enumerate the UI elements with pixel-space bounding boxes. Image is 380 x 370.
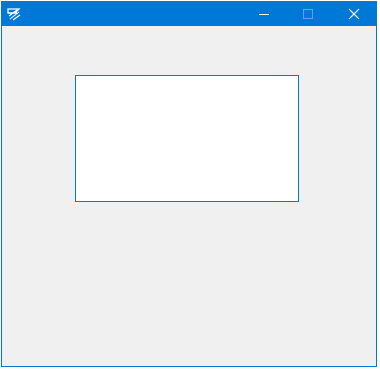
minimize-button[interactable] (242, 2, 286, 26)
content-panel[interactable] (75, 75, 299, 202)
close-button[interactable] (332, 2, 376, 26)
close-icon (348, 5, 360, 24)
app-logo-icon[interactable] (6, 6, 22, 22)
maximize-button[interactable] (286, 2, 330, 26)
maximize-icon (302, 5, 314, 24)
title-bar[interactable] (2, 2, 376, 26)
window-client-area (2, 26, 376, 366)
minimize-icon (258, 5, 270, 24)
app-window (1, 1, 377, 367)
